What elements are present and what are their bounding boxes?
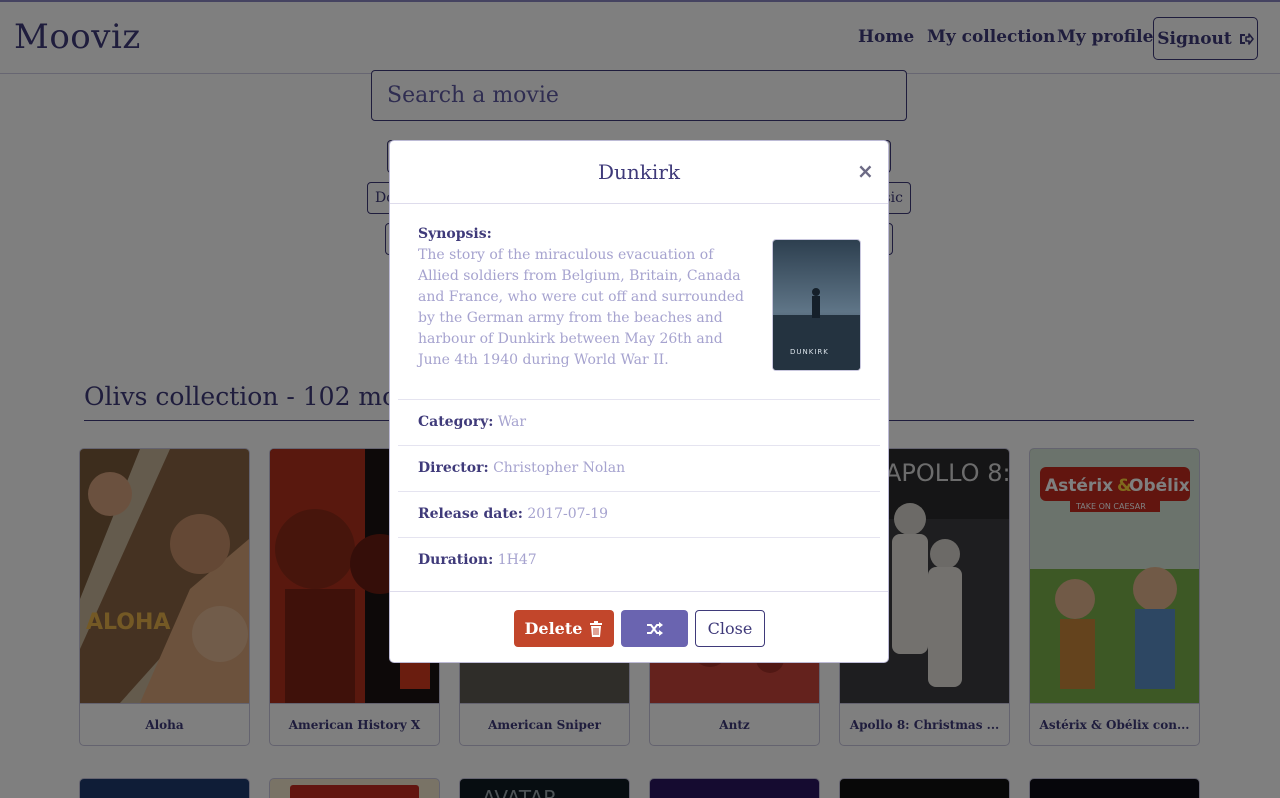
modal-title: Dunkirk	[598, 160, 680, 184]
synopsis-label: Synopsis:	[418, 226, 492, 242]
shuffle-icon	[646, 621, 663, 636]
movie-detail-modal: Dunkirk × Synopsis: The story of the mir…	[389, 140, 889, 663]
duration-value: 1H47	[497, 552, 537, 568]
release-date-value: 2017-07-19	[527, 506, 609, 522]
category-label: Category:	[418, 414, 494, 430]
movie-poster: DUNKIRK	[772, 239, 861, 371]
duration-label: Duration:	[418, 552, 494, 568]
trash-icon	[590, 620, 603, 637]
modal-header: Dunkirk ×	[390, 141, 888, 204]
category-value: War	[497, 414, 527, 430]
duration-row: Duration: 1H47	[398, 537, 880, 583]
director-label: Director:	[418, 460, 489, 476]
release-date-row: Release date: 2017-07-19	[398, 491, 880, 537]
director-row: Director: Christopher Nolan	[398, 445, 880, 491]
release-date-label: Release date:	[418, 506, 523, 522]
shuffle-button[interactable]	[621, 610, 688, 647]
director-value: Christopher Nolan	[493, 460, 626, 476]
category-row: Category: War	[398, 399, 880, 445]
close-button[interactable]: Close	[695, 610, 765, 647]
delete-label: Delete	[524, 619, 583, 638]
modal-footer: Delete Close	[390, 591, 888, 662]
close-icon[interactable]: ×	[857, 159, 874, 183]
synopsis-text: The story of the miraculous evacuation o…	[418, 247, 744, 368]
delete-button[interactable]: Delete	[514, 610, 614, 647]
poster-caption: DUNKIRK	[790, 348, 829, 356]
